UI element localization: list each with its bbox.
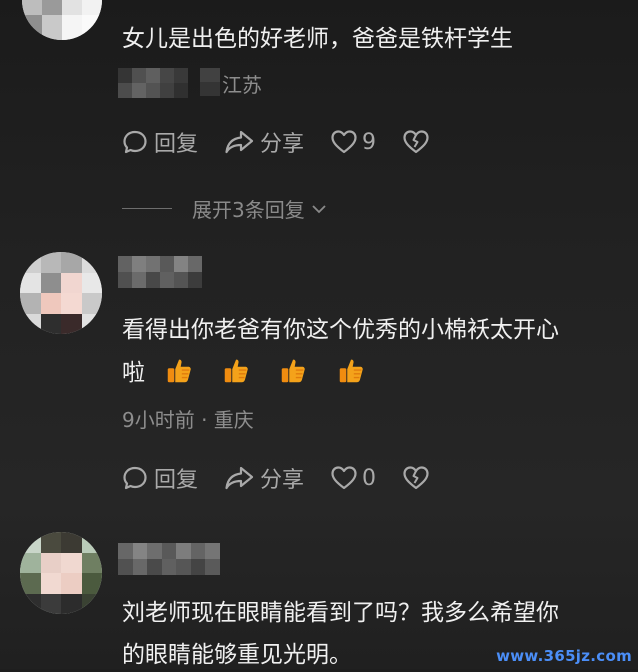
thumbs-up-icon — [339, 359, 363, 383]
comment-actions: 回复 分享 9 — [122, 126, 456, 158]
share-arrow-icon — [225, 130, 254, 154]
reply-bubble-icon — [123, 466, 147, 490]
broken-heart-icon — [403, 130, 429, 154]
thumbs-up-icon — [224, 359, 248, 383]
like-button[interactable]: 9 — [330, 129, 376, 155]
share-button[interactable]: 分享 — [224, 126, 304, 158]
dislike-button[interactable] — [402, 129, 430, 155]
avatar-mosaic — [20, 252, 102, 334]
reply-label: 回复 — [154, 468, 199, 493]
reply-button[interactable]: 回复 — [122, 462, 198, 494]
avatar[interactable] — [20, 532, 102, 614]
chevron-down-icon — [312, 204, 326, 213]
heart-icon — [331, 130, 357, 154]
comment-actions: 回复 分享 0 — [122, 462, 456, 494]
username-mosaic — [118, 543, 220, 575]
location-mosaic — [200, 68, 220, 96]
like-button[interactable]: 0 — [330, 465, 376, 491]
expand-replies-label: 展开3条回复 — [192, 198, 305, 222]
share-label: 分享 — [260, 132, 305, 157]
comment-text-line2: 啦 — [122, 356, 386, 390]
thumbs-up-icon — [282, 359, 305, 383]
comment-text: 看得出你老爸有你这个优秀的小棉袄太开心 — [122, 317, 559, 343]
divider-line — [122, 208, 172, 209]
avatar[interactable] — [22, 0, 102, 40]
comment-text-tail: 啦 — [122, 360, 145, 386]
reply-label: 回复 — [154, 132, 199, 157]
heart-icon — [331, 466, 357, 490]
expand-replies-button[interactable]: 展开3条回复 — [122, 194, 329, 223]
comment-text: 刘老师现在眼睛能看到了吗？我多么希望你 — [122, 600, 559, 626]
comment-text: 女儿是出色的好老师，爸爸是铁杆学生 — [122, 26, 513, 52]
like-count: 9 — [362, 129, 377, 155]
share-label: 分享 — [260, 468, 305, 493]
comment-meta: 9小时前 · 重庆 — [122, 408, 254, 432]
comments-page: 女儿是出色的好老师，爸爸是铁杆学生 江苏 回复 分享 9 展开3条回复 看得出你… — [0, 0, 638, 669]
reply-button[interactable]: 回复 — [122, 126, 198, 158]
share-arrow-icon — [225, 466, 254, 490]
reply-bubble-icon — [123, 130, 147, 154]
username-mosaic — [118, 68, 188, 98]
avatar-mosaic — [22, 0, 102, 40]
broken-heart-icon — [403, 466, 429, 490]
comment-text-line2: 的眼睛能够重见光明。 — [122, 642, 352, 668]
share-button[interactable]: 分享 — [224, 462, 304, 494]
avatar[interactable] — [20, 252, 102, 334]
comment-location: 江苏 — [222, 73, 262, 97]
username-mosaic — [118, 256, 202, 288]
avatar-mosaic — [20, 532, 102, 614]
like-count: 0 — [362, 465, 377, 491]
watermark-text: www.365jz.com — [496, 647, 632, 665]
thumbs-up-icon — [167, 359, 191, 383]
dislike-button[interactable] — [402, 465, 430, 491]
